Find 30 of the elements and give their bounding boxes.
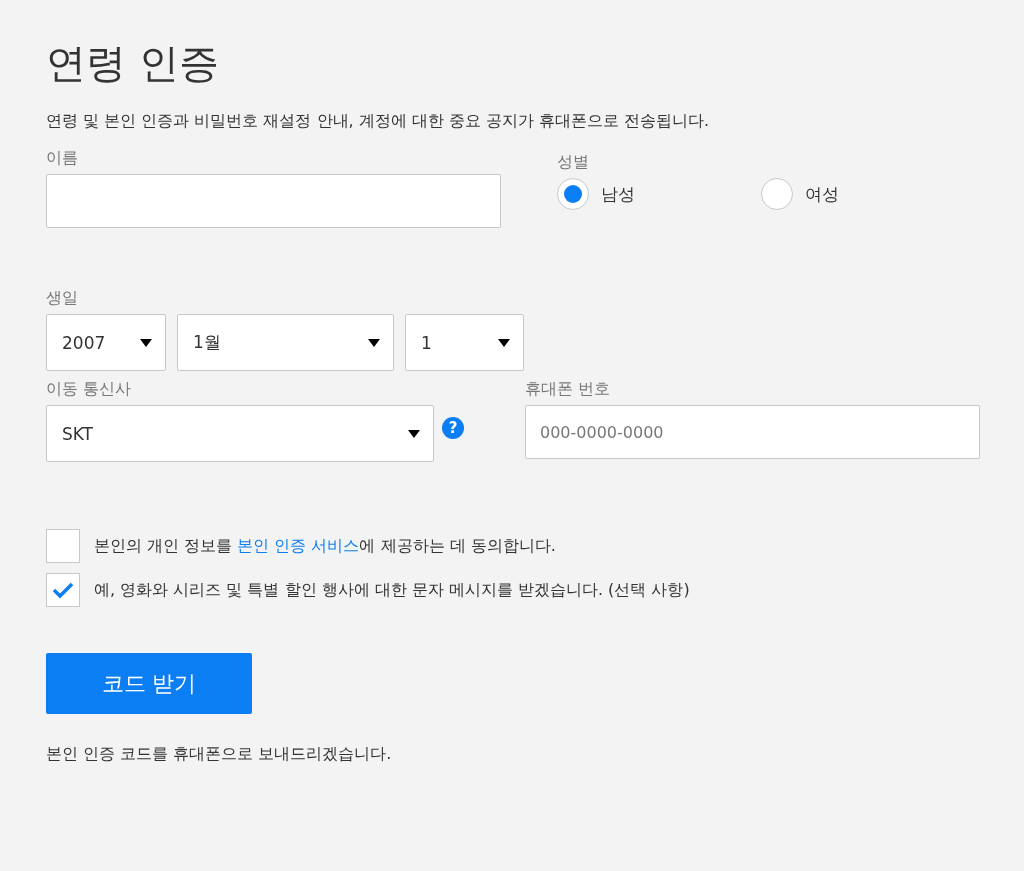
field-label: 휴대폰 번호 <box>525 379 612 400</box>
field-label: 이동 통신사 <box>46 379 133 400</box>
caret-icon <box>498 338 510 347</box>
field-label: 성별 <box>557 152 590 173</box>
help-icon[interactable]: ? <box>442 417 464 439</box>
caret-icon <box>140 338 152 347</box>
checkbox[interactable] <box>46 529 80 563</box>
radio-label: 여성 <box>805 182 839 206</box>
consent-text: 예, 영화와 시리즈 및 특별 할인 행사에 대한 문자 메시지를 받겠습니다. (선택 사항) <box>94 579 690 601</box>
name-field[interactable] <box>46 174 501 228</box>
radio-button[interactable] <box>557 178 589 210</box>
caret-icon <box>408 429 420 438</box>
checkbox[interactable] <box>46 573 80 607</box>
get-code-button[interactable]: 코드 받기 <box>46 653 252 714</box>
dropdown[interactable]: 1월 <box>177 314 394 371</box>
page-title: 연령 인증 <box>46 39 220 88</box>
footer-note: 본인 인증 코드를 휴대폰으로 보내드리겠습니다. <box>46 744 393 765</box>
phone-field[interactable]: 000-0000-0000 <box>525 405 980 459</box>
service-link[interactable]: 본인 인증 서비스 <box>237 535 360 555</box>
checkmark-icon <box>52 581 74 599</box>
radio-button[interactable] <box>761 178 793 210</box>
field-label: 생일 <box>46 288 79 309</box>
consent-text: 본인의 개인 정보를 본인 인증 서비스에 제공하는 데 동의합니다. <box>94 535 556 557</box>
dropdown[interactable]: 2007 <box>46 314 166 371</box>
radio-label: 남성 <box>601 182 635 206</box>
dropdown[interactable]: 1 <box>405 314 524 371</box>
dropdown[interactable]: SKT <box>46 405 434 462</box>
field-label: 이름 <box>46 148 79 169</box>
caret-icon <box>368 338 380 347</box>
description-text: 연령 및 본인 인증과 비밀번호 재설정 안내, 계정에 대한 중요 공지가 휴대폰으로 전송됩니다. <box>46 111 711 132</box>
